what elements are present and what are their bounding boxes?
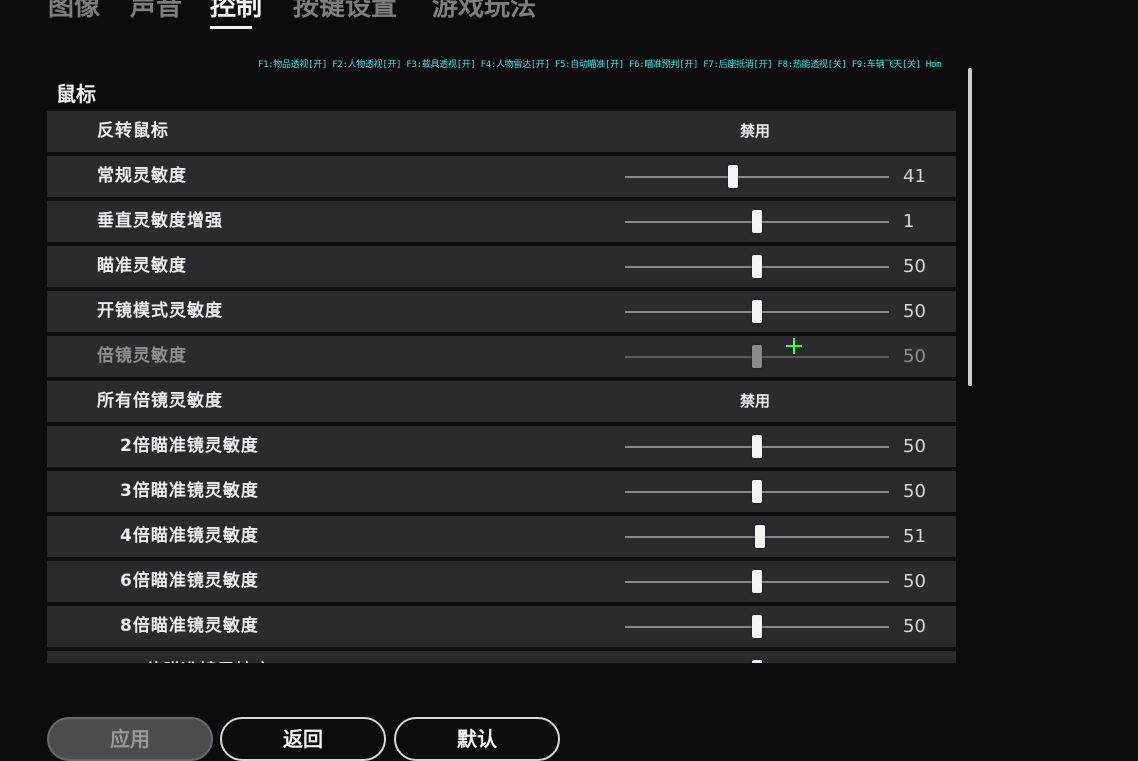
row-label: 开镜模式灵敏度 [97, 301, 223, 321]
slider-value: 50 [903, 651, 926, 663]
row-label: 4倍瞄准镜灵敏度 [120, 526, 259, 546]
slider-value: 50 [903, 256, 926, 277]
default-button[interactable]: 默认 [394, 717, 560, 761]
row-4x-scope-sensitivity: 4倍瞄准镜灵敏度 51 [47, 516, 956, 557]
row-label: 所有倍镜灵敏度 [97, 391, 223, 411]
settings-list[interactable]: 反转鼠标 禁用 常规灵敏度 41 垂直灵敏度增强 1 瞄准灵敏度 50 开镜模式… [47, 111, 956, 663]
slider-value: 50 [903, 481, 926, 502]
row-aim-sensitivity: 瞄准灵敏度 50 [47, 246, 956, 287]
row-6x-scope-sensitivity: 6倍瞄准镜灵敏度 50 [47, 561, 956, 602]
tab-sound[interactable]: 声音 [130, 0, 182, 24]
slider-thumb[interactable] [752, 615, 762, 638]
row-15x-scope-sensitivity: 15倍瞄准镜灵敏度 50 [47, 651, 956, 663]
row-2x-scope-sensitivity: 2倍瞄准镜灵敏度 50 [47, 426, 956, 467]
toggle-value[interactable]: 禁用 [740, 381, 770, 422]
slider-value: 51 [903, 526, 926, 547]
scrollbar[interactable] [968, 68, 972, 386]
slider-thumb[interactable] [752, 255, 762, 278]
slider-track[interactable] [625, 176, 889, 178]
slider-thumb[interactable] [752, 480, 762, 503]
apply-button[interactable]: 应用 [47, 717, 213, 761]
slider-value: 41 [903, 166, 926, 187]
slider-thumb[interactable] [752, 570, 762, 593]
row-invert-mouse[interactable]: 反转鼠标 禁用 [47, 111, 956, 152]
row-all-scopes-sensitivity[interactable]: 所有倍镜灵敏度 禁用 [47, 381, 956, 422]
active-tab-indicator [210, 26, 252, 29]
slider-value: 50 [903, 301, 926, 322]
row-label: 瞄准灵敏度 [97, 256, 187, 276]
row-8x-scope-sensitivity: 8倍瞄准镜灵敏度 50 [47, 606, 956, 647]
tab-control[interactable]: 控制 [210, 0, 262, 24]
row-vertical-sensitivity-boost: 垂直灵敏度增强 1 [47, 201, 956, 242]
slider-thumb [752, 345, 762, 368]
slider-thumb[interactable] [728, 165, 739, 188]
slider-value: 50 [903, 436, 926, 457]
row-label: 8倍瞄准镜灵敏度 [120, 616, 259, 636]
hotkey-overlay-text: F1:物品透视[开] F2:人物透视[开] F3:载具透视[开] F4:人物雷达… [258, 60, 942, 70]
tab-keybindings[interactable]: 按键设置 [293, 0, 397, 24]
row-label: 15倍瞄准镜灵敏度 [120, 651, 272, 663]
row-label: 垂直灵敏度增强 [97, 211, 223, 231]
row-general-sensitivity: 常规灵敏度 41 [47, 156, 956, 197]
row-label: 3倍瞄准镜灵敏度 [120, 481, 259, 501]
top-tab-bar: 图像 声音 控制 按键设置 游戏玩法 [0, 0, 1138, 36]
row-label: 常规灵敏度 [97, 166, 187, 186]
row-label: 2倍瞄准镜灵敏度 [120, 436, 259, 456]
tab-gameplay[interactable]: 游戏玩法 [432, 0, 536, 24]
row-label: 反转鼠标 [97, 121, 169, 141]
tab-graphics[interactable]: 图像 [48, 0, 100, 24]
row-label: 倍镜灵敏度 [97, 346, 187, 366]
slider-value: 50 [903, 571, 926, 592]
slider-thumb[interactable] [752, 435, 762, 458]
back-button[interactable]: 返回 [220, 717, 386, 761]
row-scope-sensitivity: 倍镜灵敏度 50 [47, 336, 956, 377]
section-title-mouse: 鼠标 [56, 82, 96, 106]
toggle-value[interactable]: 禁用 [740, 111, 770, 152]
row-3x-scope-sensitivity: 3倍瞄准镜灵敏度 50 [47, 471, 956, 512]
row-ads-sensitivity: 开镜模式灵敏度 50 [47, 291, 956, 332]
slider-thumb[interactable] [752, 660, 762, 663]
crosshair-cursor-icon [786, 338, 802, 354]
slider-thumb[interactable] [754, 525, 765, 548]
slider-thumb[interactable] [752, 300, 762, 323]
row-label: 6倍瞄准镜灵敏度 [120, 571, 259, 591]
slider-value: 50 [903, 346, 926, 367]
slider-value: 1 [903, 211, 915, 232]
slider-thumb[interactable] [752, 210, 762, 233]
slider-value: 50 [903, 616, 926, 637]
